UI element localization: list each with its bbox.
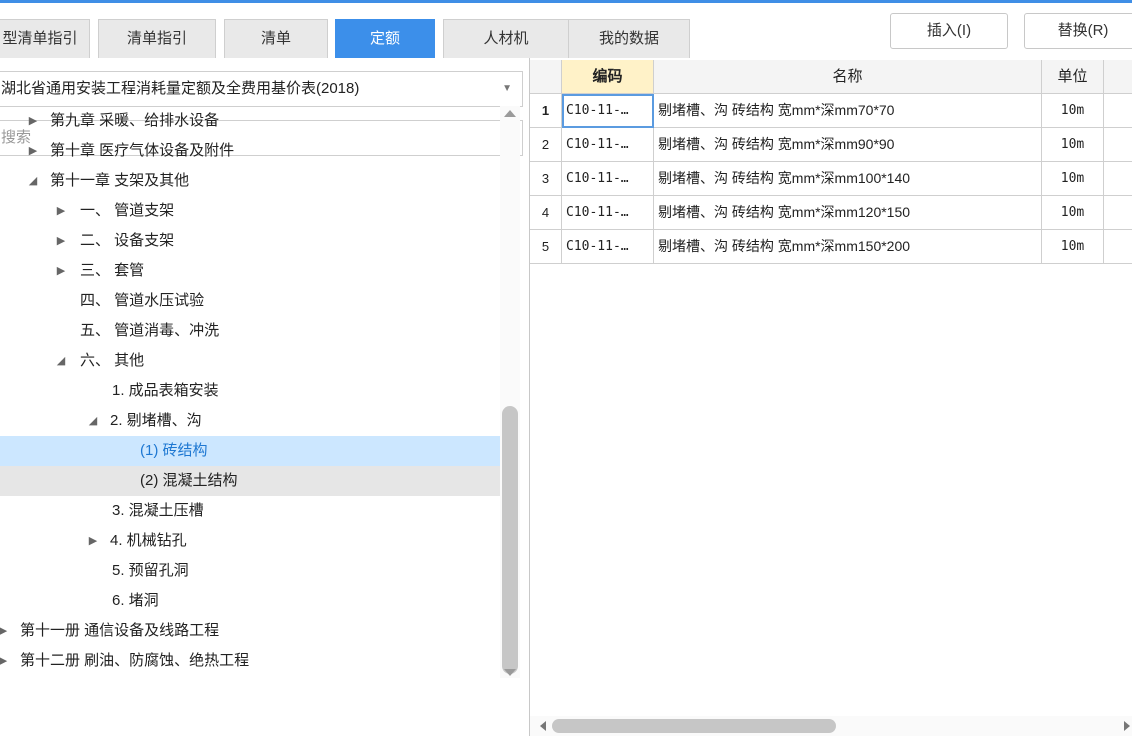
quota-library-select[interactable]: 湖北省通用安装工程消耗量定额及全费用基价表(2018) ▼ (0, 71, 523, 107)
code-cell[interactable]: C10-11-… (562, 94, 654, 128)
unit-cell[interactable]: 10m (1042, 94, 1104, 128)
chapter-tree: ▶ 第九章 采暖、给排水设备 ▶ 第十章 医疗气体设备及附件 ◢ 第十一章 支架… (0, 106, 500, 678)
row-number: 4 (530, 196, 562, 230)
collapse-arrow-icon[interactable]: ◢ (26, 166, 40, 196)
tree-node-hole-plugging[interactable]: 6. 堵洞 (0, 586, 500, 616)
tree-node-pressure-test[interactable]: 四、 管道水压试验 (0, 286, 500, 316)
unit-cell[interactable]: 10m (1042, 196, 1104, 230)
chevron-down-icon[interactable]: ▼ (502, 72, 512, 106)
expand-arrow-icon[interactable]: ▶ (54, 256, 68, 286)
tree-node-meter-box[interactable]: 1. 成品表箱安装 (0, 376, 500, 406)
scroll-left-icon[interactable] (540, 721, 546, 731)
tree-node-chapter-10[interactable]: ▶ 第十章 医疗气体设备及附件 (0, 136, 500, 166)
expand-arrow-icon[interactable]: ▶ (86, 526, 100, 556)
row-number-header (530, 60, 562, 94)
scroll-down-icon[interactable] (504, 669, 516, 676)
tree-node-concrete-groove[interactable]: 3. 混凝土压槽 (0, 496, 500, 526)
name-column-header[interactable]: 名称 (654, 60, 1042, 94)
row-number: 5 (530, 230, 562, 264)
tree-node-chapter-9[interactable]: ▶ 第九章 采暖、给排水设备 (0, 106, 500, 136)
name-cell[interactable]: 剔堵槽、沟 砖结构 宽mm*深mm90*90 (654, 128, 1042, 162)
name-cell[interactable]: 剔堵槽、沟 砖结构 宽mm*深mm120*150 (654, 196, 1042, 230)
tab-quota[interactable]: 定额 (335, 19, 435, 58)
extra-cell (1104, 94, 1132, 128)
code-cell[interactable]: C10-11-… (562, 230, 654, 264)
code-column-header[interactable]: 编码 (562, 60, 654, 94)
quota-grid: 编码 名称 单位 1 C10-11-… 剔堵槽、沟 砖结构 宽mm*深mm70*… (530, 58, 1132, 718)
unit-cell[interactable]: 10m (1042, 230, 1104, 264)
collapse-arrow-icon[interactable]: ◢ (86, 406, 100, 436)
unit-cell[interactable]: 10m (1042, 162, 1104, 196)
tree-node-sleeve[interactable]: ▶ 三、 套管 (0, 256, 500, 286)
table-row[interactable]: 2 C10-11-… 剔堵槽、沟 砖结构 宽mm*深mm90*90 10m (530, 128, 1132, 162)
table-row[interactable]: 5 C10-11-… 剔堵槽、沟 砖结构 宽mm*深mm150*200 10m (530, 230, 1132, 264)
row-number: 2 (530, 128, 562, 162)
tree-node-drilling[interactable]: ▶ 4. 机械钻孔 (0, 526, 500, 556)
tab-labor-material-machine[interactable]: 人材机 (443, 19, 569, 58)
quota-library-selected: 湖北省通用安装工程消耗量定额及全费用基价表(2018) (1, 80, 360, 97)
name-cell[interactable]: 剔堵槽、沟 砖结构 宽mm*深mm150*200 (654, 230, 1042, 264)
tab-bar: 型清单指引 清单指引 清单 定额 人材机 我的数据 插入(I) 替换(R) (0, 3, 1132, 59)
tree-node-equipment-support[interactable]: ▶ 二、 设备支架 (0, 226, 500, 256)
table-row[interactable]: 4 C10-11-… 剔堵槽、沟 砖结构 宽mm*深mm120*150 10m (530, 196, 1132, 230)
tree-node-chapter-11[interactable]: ◢ 第十一章 支架及其他 (0, 166, 500, 196)
extra-cell (1104, 196, 1132, 230)
tree-node-concrete-structure[interactable]: (2) 混凝土结构 (0, 466, 500, 496)
name-cell[interactable]: 剔堵槽、沟 砖结构 宽mm*深mm70*70 (654, 94, 1042, 128)
grid-horizontal-scrollbar[interactable] (530, 716, 1132, 736)
scroll-thumb[interactable] (502, 406, 518, 674)
tab-list-guide[interactable]: 清单指引 (98, 19, 216, 58)
extra-cell (1104, 128, 1132, 162)
tree-node-volume-11[interactable]: ▶ 第十一册 通信设备及线路工程 (0, 616, 500, 646)
scroll-up-icon[interactable] (504, 110, 516, 117)
row-number: 3 (530, 162, 562, 196)
tree-node-reserved-hole[interactable]: 5. 预留孔洞 (0, 556, 500, 586)
scroll-right-icon[interactable] (1124, 721, 1130, 731)
table-row[interactable]: 3 C10-11-… 剔堵槽、沟 砖结构 宽mm*深mm100*140 10m (530, 162, 1132, 196)
code-cell[interactable]: C10-11-… (562, 196, 654, 230)
collapse-arrow-icon[interactable]: ◢ (54, 346, 68, 376)
expand-arrow-icon[interactable]: ▶ (0, 646, 10, 676)
expand-arrow-icon[interactable]: ▶ (54, 226, 68, 256)
extra-cell (1104, 162, 1132, 196)
expand-arrow-icon[interactable]: ▶ (26, 136, 40, 166)
insert-button[interactable]: 插入(I) (890, 13, 1008, 49)
tree-node-brick-structure[interactable]: (1) 砖结构 (0, 436, 500, 466)
code-cell[interactable]: C10-11-… (562, 128, 654, 162)
tree-node-disinfection[interactable]: 五、 管道消毒、冲洗 (0, 316, 500, 346)
scroll-thumb[interactable] (552, 719, 836, 733)
tab-list[interactable]: 清单 (224, 19, 328, 58)
tree-vertical-scrollbar[interactable] (500, 106, 520, 678)
name-cell[interactable]: 剔堵槽、沟 砖结构 宽mm*深mm100*140 (654, 162, 1042, 196)
extra-column-header (1104, 60, 1132, 94)
tab-typical-list-guide[interactable]: 型清单指引 (0, 19, 90, 58)
tree-node-volume-12[interactable]: ▶ 第十二册 刷油、防腐蚀、绝热工程 (0, 646, 500, 676)
tab-my-data[interactable]: 我的数据 (568, 19, 690, 58)
unit-cell[interactable]: 10m (1042, 128, 1104, 162)
row-number: 1 (530, 94, 562, 128)
tree-node-pipe-support[interactable]: ▶ 一、 管道支架 (0, 196, 500, 226)
expand-arrow-icon[interactable]: ▶ (54, 196, 68, 226)
tree-node-other[interactable]: ◢ 六、 其他 (0, 346, 500, 376)
code-cell[interactable]: C10-11-… (562, 162, 654, 196)
tree-node-groove-cutting[interactable]: ◢ 2. 剔堵槽、沟 (0, 406, 500, 436)
replace-button[interactable]: 替换(R) (1024, 13, 1132, 49)
table-row[interactable]: 1 C10-11-… 剔堵槽、沟 砖结构 宽mm*深mm70*70 10m (530, 94, 1132, 128)
extra-cell (1104, 230, 1132, 264)
unit-column-header[interactable]: 单位 (1042, 60, 1104, 94)
expand-arrow-icon[interactable]: ▶ (26, 106, 40, 136)
expand-arrow-icon[interactable]: ▶ (0, 616, 10, 646)
